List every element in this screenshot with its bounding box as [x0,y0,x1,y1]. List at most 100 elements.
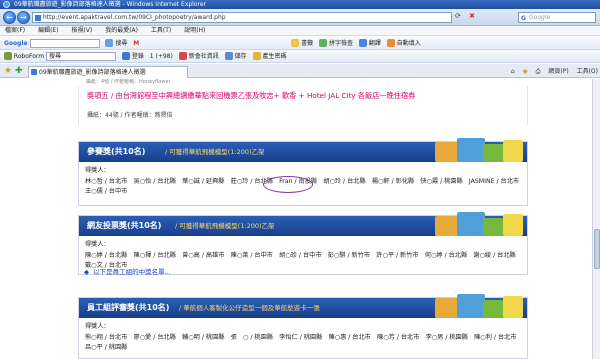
stop-icon[interactable]: ✖ [469,12,475,20]
section-header: 參賽獎(共10名) / 可獲得華航飛機模型(1:200)乙架 [79,138,527,162]
roboform-search-input[interactable]: 搜尋 [46,52,117,61]
prize-five-box: 獎項五 / 由台灣館程至中興總讚繳華點來回機票乙張及牧志+ 歡香 + Hotel… [78,86,528,125]
employee-list-link[interactable]: ◆ 以下是員工組的中獎名單... [84,266,171,276]
page-viewport: 攝紙：4號 / 作者暱稱：Honeyflower 獎項五 / 由台灣館程至中興總… [0,79,592,359]
menu-help[interactable]: 說明(H) [184,27,205,34]
menu-favorites[interactable]: 我的最愛(A) [105,27,138,34]
prize-five-text: 獎項五 / 由台灣館程至中興總讚繳華點來回機票乙張及牧志+ 歡香 + Hotel… [87,91,416,100]
tab-page-icon [31,69,37,75]
save-icon [224,52,233,60]
address-row: ← → http://event.apaktravel.com.tw/09CI_… [0,9,600,26]
google-search-icon: G [521,15,526,22]
favorites-star-icon[interactable]: ★ [4,66,12,76]
scrollbar-thumb[interactable] [594,229,600,269]
add-favorites-icon[interactable]: ✚ [15,66,23,76]
menu-tools[interactable]: 工具(T) [151,27,171,34]
translate-icon [358,39,367,47]
command-bar: ⌂ ◉ ⎙ 網頁(P) 工具(O) [505,66,598,77]
autofill-label: 自動填入 [396,40,421,47]
spellcheck-label: 拼字檢查 [328,40,353,47]
page-menu[interactable]: 網頁(P) [548,68,568,75]
tab-current[interactable]: 09華航職盡旅遊_影像詩部落格達人徵選 [28,66,188,78]
back-arrow-icon[interactable]: ← [3,11,16,24]
address-tools: ⟳ ✖ [455,12,515,23]
section-title: 員工組評審獎(共10名) [87,303,170,312]
bookmark-button[interactable]: 書籤 [291,37,314,49]
section-header: 網友投票獎(共10名) / 可獲得華航飛機模型(1:200)乙架 [79,212,527,236]
section-subtitle: / 可獲得華航飛機模型(1:200)乙架 [175,222,275,230]
ie-logo-icon [3,1,10,8]
page-icon [35,15,41,21]
key-icon [252,52,261,60]
tools-menu[interactable]: 工具(O) [577,68,598,75]
diamond-bullet-icon: ◆ [84,268,89,276]
google-toolbar-logo: Google [4,40,28,47]
bookmark-icon [291,39,300,47]
winners-label: 得獎人： [85,167,110,174]
participation-award-section: 參賽獎(共10名) / 可獲得華航飛機模型(1:200)乙架 得獎人： 林○哲 … [78,138,528,206]
menu-edit[interactable]: 編輯(E) [38,27,58,34]
menu-view[interactable]: 檢視(V) [71,27,92,34]
save-label: 儲存 [234,53,247,60]
section-header: 員工組評審獎(共10名) / 華航個人客製化公仔造型一個及華航愁遊卡一張 [79,294,527,318]
home-icon[interactable]: ⌂ [511,68,515,75]
bookmark-label: 書籤 [301,40,314,47]
google-toolbar-input[interactable] [29,39,100,48]
section-subtitle: / 華航個人客製化公仔造型一個及華航愁遊卡一張 [179,304,320,312]
count-badge[interactable]: 1 (+98) [150,50,173,62]
top-fragment: 攝紙：4號 / 作者暱稱：Honeyflower [86,79,171,85]
tab-row: ★ ✚ 09華航職盡旅遊_影像詩部落格達人徵選 ⌂ ◉ ⎙ 網頁(P) 工具(O… [0,64,600,78]
google-search-label: 搜尋 [115,40,128,47]
login-label: 登錄 [131,53,144,60]
translate-label: 翻譯 [368,40,381,47]
gift-boxes-icon [435,292,525,318]
winners-label: 得獎人： [85,323,110,330]
autofill-icon [386,39,395,47]
generate-password-label: 產生密碼 [262,53,287,60]
autofill-button[interactable]: 自動填入 [386,37,421,49]
section-title: 參賽獎(共10名) [87,147,146,156]
search-input[interactable]: G Google [518,12,596,23]
forward-arrow-icon[interactable]: → [17,11,30,24]
news-button[interactable]: 新會社資訊 [178,50,219,62]
gmail-icon[interactable]: M [133,37,139,49]
translate-button[interactable]: 翻譯 [358,37,381,49]
print-icon[interactable]: ⎙ [536,68,541,75]
gift-boxes-icon [435,136,525,162]
spellcheck-icon [319,39,328,47]
roboform-button[interactable]: RoboForm [4,50,45,62]
generate-password-button[interactable]: 產生密碼 [252,50,287,62]
login-button[interactable]: 登錄 [121,50,144,62]
prize-five-author: 攝紙：44號 / 作者暱稱：燕賢倍 [87,112,173,119]
menu-bar: 檔案(F) 編輯(E) 檢視(V) 我的最愛(A) 工具(T) 說明(H) [0,26,600,36]
section-title: 網友投票獎(共10名) [87,221,162,230]
gift-boxes-icon [435,210,525,236]
spellcheck-button[interactable]: 拼字檢查 [319,37,353,49]
refresh-icon[interactable]: ⟳ [455,12,461,20]
menu-file[interactable]: 檔案(F) [5,27,25,34]
roboform-toolbar: RoboForm 搜尋 登錄 1 (+98) 新會社資訊 儲存 產生密碼 [0,50,600,63]
address-input[interactable]: http://event.apaktravel.com.tw/09CI_phot… [32,12,452,23]
winners-line: 陳○婷 / 台北縣 陳○揮 / 台北縣 曾○高 / 高雄市 陳○萊 / 台中市 … [85,252,516,259]
employee-award-section: 員工組評審獎(共10名) / 華航個人客製化公仔造型一個及華航愁遊卡一張 得獎人… [78,294,528,359]
employee-list-link-text: 以下是員工組的中獎名單... [93,268,171,276]
vertical-scrollbar[interactable] [592,79,600,359]
roboform-label: RoboForm [13,53,45,60]
news-label: 新會社資訊 [188,53,219,60]
section-subtitle: / 可獲得華航飛機模型(1:200)乙架 [165,148,265,156]
google-toolbar: Google 搜尋 M 書籤 拼字檢查 翻譯 自動填入 [0,37,600,50]
search-placeholder: Google [529,14,551,21]
feed-icon[interactable]: ◉ [522,68,527,75]
login-icon [121,52,130,60]
roboform-search-value: 搜尋 [49,53,62,60]
save-button[interactable]: 儲存 [224,50,247,62]
url-text: http://event.apaktravel.com.tw/09CI_phot… [43,14,226,21]
section-body: 得獎人： 熊○翔 / 台北市 廖○愛 / 台北縣 輔○明 / 桃園縣 張 ○ /… [79,318,527,357]
search-icon [105,39,114,47]
winners-line: 熊○翔 / 台北市 廖○愛 / 台北縣 輔○明 / 桃園縣 張 ○ / 桃園縣 … [85,334,517,341]
google-search-button[interactable]: 搜尋 [105,37,128,49]
news-icon [178,52,187,60]
tab-label: 09華航職盡旅遊_影像詩部落格達人徵選 [39,69,146,76]
window-title: 09華航職盡旅遊_影像詩部落格達人徵選 - Windows Internet E… [14,1,207,8]
highlight-circle [263,176,313,193]
